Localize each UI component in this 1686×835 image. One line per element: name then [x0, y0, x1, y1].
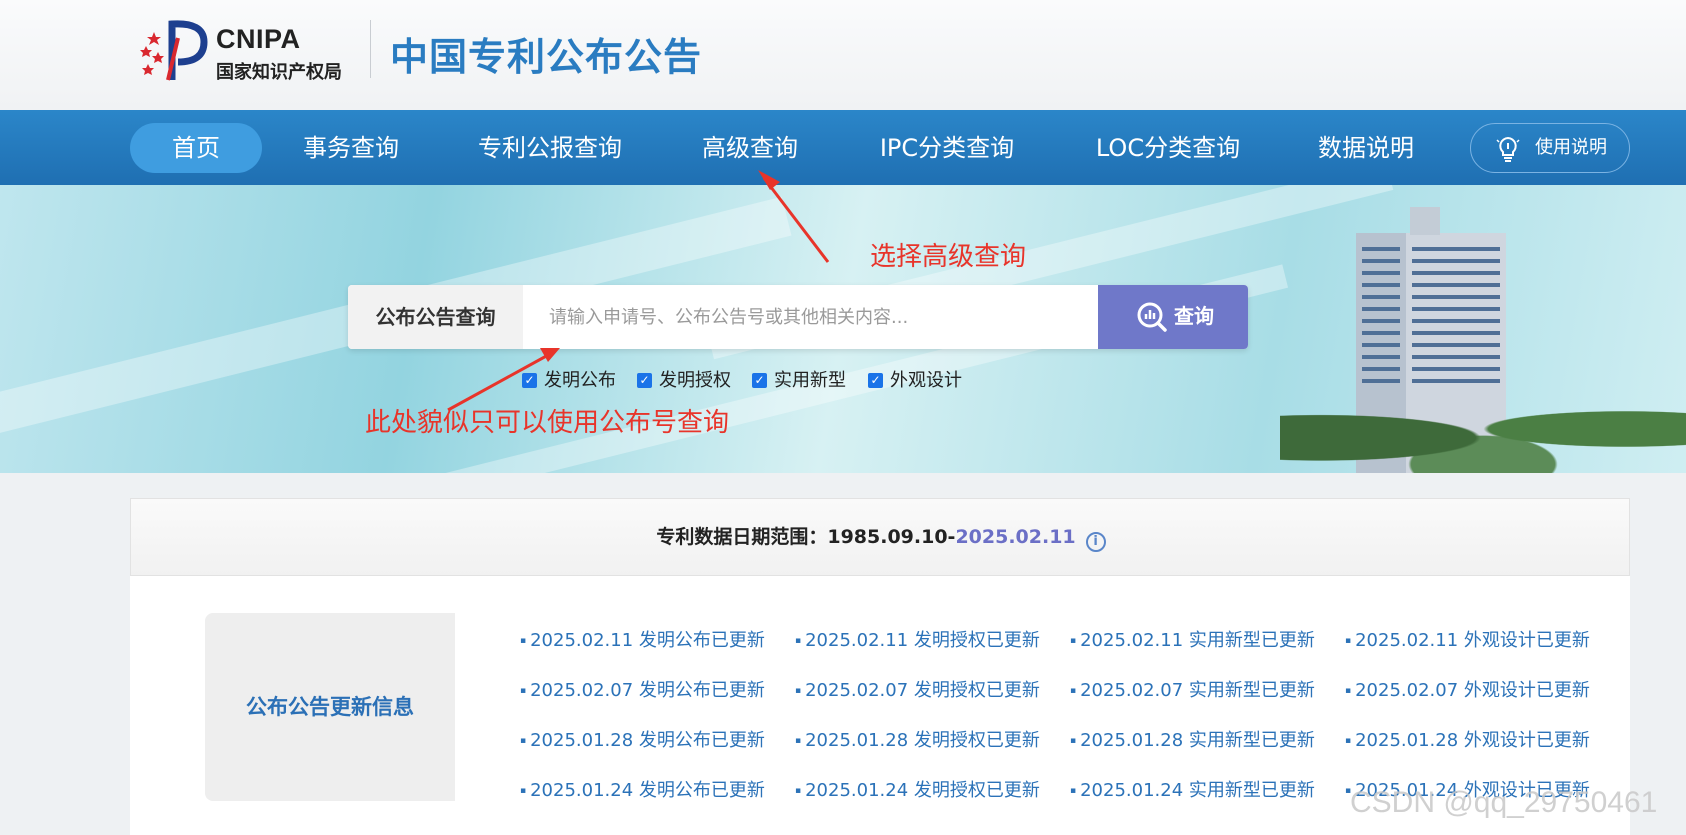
- update-link[interactable]: 2025.01.24 发明公布已更新: [520, 776, 765, 802]
- update-link[interactable]: 2025.01.28 发明公布已更新: [520, 726, 765, 752]
- nav-item-gazette-query[interactable]: 专利公报查询: [470, 123, 630, 173]
- update-link[interactable]: 2025.02.11 发明授权已更新: [795, 626, 1040, 652]
- annotation-advanced-query: 选择高级查询: [870, 242, 1027, 272]
- checkbox-checked-icon: ✓: [752, 373, 767, 388]
- trees-image: [1280, 385, 1686, 473]
- update-link[interactable]: 2025.02.07 实用新型已更新: [1070, 676, 1315, 702]
- nav-item-loc-query[interactable]: LOC分类查询: [1090, 123, 1246, 173]
- cnipa-emblem-icon: [140, 20, 208, 81]
- filter-label: 发明授权: [659, 370, 731, 391]
- update-info-title: 公布公告更新信息: [205, 613, 455, 801]
- site-title: 中国专利公布公告: [390, 35, 703, 79]
- date-range-label: 专利数据日期范围：: [656, 526, 828, 548]
- user-guide-button[interactable]: 使用说明: [1470, 123, 1630, 173]
- search-chart-icon: [1137, 302, 1167, 332]
- update-link[interactable]: 2025.01.24 发明授权已更新: [795, 776, 1040, 802]
- search-input[interactable]: [523, 285, 1098, 349]
- checkbox-checked-icon: ✓: [637, 373, 652, 388]
- update-link[interactable]: 2025.02.11 外观设计已更新: [1345, 626, 1590, 652]
- update-link[interactable]: 2025.01.24 实用新型已更新: [1070, 776, 1315, 802]
- cnipa-logo[interactable]: CNIPA 国家知识产权局: [132, 18, 362, 83]
- nav-item-affairs-query[interactable]: 事务查询: [290, 123, 412, 173]
- annotation-search-note: 此处貌似只可以使用公布号查询: [365, 408, 730, 438]
- info-icon[interactable]: i: [1085, 532, 1106, 552]
- main-nav: 首页 事务查询 专利公报查询 高级查询 IPC分类查询 LOC分类查询 数据说明…: [0, 110, 1686, 185]
- update-link[interactable]: 2025.02.07 发明公布已更新: [520, 676, 765, 702]
- nav-item-data-description[interactable]: 数据说明: [1310, 123, 1422, 173]
- logo-text-en: CNIPA: [216, 24, 301, 54]
- update-link[interactable]: 2025.01.28 实用新型已更新: [1070, 726, 1315, 752]
- date-range-text: 专利数据日期范围：1985.09.10-2025.02.11 i: [131, 499, 1631, 575]
- update-link[interactable]: 2025.02.11 发明公布已更新: [520, 626, 765, 652]
- update-link[interactable]: 2025.02.07 外观设计已更新: [1345, 676, 1590, 702]
- watermark: CSDN @qq_29750461: [1350, 786, 1658, 819]
- site-header: CNIPA 国家知识产权局 中国专利公布公告: [0, 0, 1686, 110]
- search-box: 公布公告查询 查询: [348, 285, 1248, 349]
- filter-label: 外观设计: [890, 370, 962, 391]
- user-guide-label: 使用说明: [1535, 137, 1607, 158]
- nav-item-advanced-query[interactable]: 高级查询: [690, 123, 810, 173]
- date-range-end: 2025.02.11: [955, 526, 1076, 548]
- nav-item-ipc-query[interactable]: IPC分类查询: [872, 123, 1022, 173]
- search-type-label: 公布公告查询: [348, 285, 523, 349]
- logo-divider: [370, 20, 371, 78]
- search-button[interactable]: 查询: [1098, 285, 1248, 349]
- update-link[interactable]: 2025.01.28 发明授权已更新: [795, 726, 1040, 752]
- date-range-start: 1985.09.10-: [827, 526, 956, 548]
- lightbulb-icon: [1496, 136, 1520, 162]
- filter-label: 实用新型: [774, 370, 846, 391]
- update-link[interactable]: 2025.02.07 发明授权已更新: [795, 676, 1040, 702]
- update-link[interactable]: 2025.02.11 实用新型已更新: [1070, 626, 1315, 652]
- date-range-panel: 专利数据日期范围：1985.09.10-2025.02.11 i: [130, 498, 1630, 576]
- checkbox-checked-icon: ✓: [522, 373, 537, 388]
- nav-item-home[interactable]: 首页: [130, 123, 262, 173]
- update-link[interactable]: 2025.01.28 外观设计已更新: [1345, 726, 1590, 752]
- logo-text-cn: 国家知识产权局: [216, 62, 342, 83]
- checkbox-checked-icon: ✓: [868, 373, 883, 388]
- filter-label: 发明公布: [544, 370, 616, 391]
- search-button-label: 查询: [1174, 306, 1214, 328]
